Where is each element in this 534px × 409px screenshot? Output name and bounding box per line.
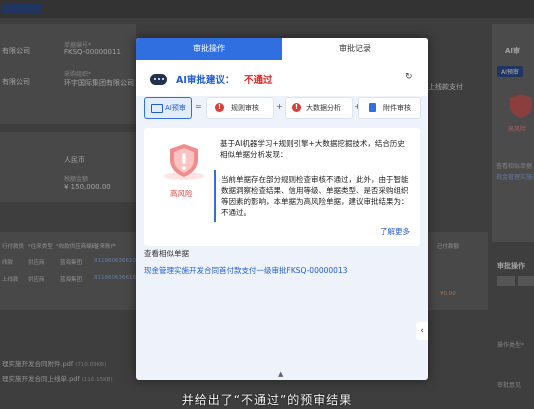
tab-approval-records[interactable]: 审批记录	[282, 38, 428, 60]
step-attachment-audit[interactable]: 附件审核	[358, 97, 421, 119]
ai-suggestion-title: AI审批建议：	[176, 75, 235, 86]
ai-approval-modal: 审批操作 审批记录 AI审批建议： 不通过 ↻ AI预审 = ! 规则审核 + …	[136, 38, 428, 380]
equals-sign: =	[195, 102, 202, 111]
doc-icon	[369, 103, 376, 112]
collapse-chevron-icon[interactable]: ‹	[416, 322, 428, 340]
analysis-detail: 当前单据存在部分规则检查审核不通过，此外，由于智能数据洞察检查结果、信用等级、单…	[214, 170, 416, 222]
step-label: 附件审核	[383, 104, 411, 112]
step-bigdata-analysis[interactable]: ! 大数据分析	[285, 97, 353, 119]
similar-docs-title: 查看相似单据	[144, 249, 189, 258]
review-steps: AI预审 = ! 规则审核 + ! 大数据分析 + 附件审核	[144, 97, 421, 119]
learn-more-link[interactable]: 了解更多	[380, 226, 410, 237]
plus-sign: +	[276, 102, 283, 111]
analysis-card: 高风险 基于AI机器学习+规则引擎+大数据挖掘技术，结合历史相似单据分析发现： …	[144, 128, 420, 246]
analysis-summary: 基于AI机器学习+规则引擎+大数据挖掘技术，结合历史相似单据分析发现：	[220, 139, 405, 159]
risk-level-label: 高风险	[170, 189, 193, 198]
step-rule-audit[interactable]: ! 规则审核	[206, 97, 274, 119]
step-label: 大数据分析	[306, 104, 341, 112]
step-label: 规则审核	[231, 104, 259, 112]
ai-precheck-icon	[151, 104, 163, 113]
refresh-icon[interactable]: ↻	[405, 73, 414, 82]
step-ai-precheck[interactable]: AI预审	[144, 97, 192, 119]
tab-approval-operation[interactable]: 审批操作	[136, 38, 282, 60]
ai-result: 不通过	[244, 75, 273, 86]
chevron-up-icon[interactable]: ▲	[278, 370, 283, 378]
ai-suggestion-header: AI审批建议： 不通过 ↻	[136, 60, 428, 96]
alert-icon: !	[215, 103, 224, 112]
video-caption: 并给出了“不通过”的预审结果	[181, 393, 353, 407]
step-label: AI预审	[165, 104, 186, 112]
modal-tabs: 审批操作 审批记录	[136, 38, 428, 60]
alert-icon: !	[292, 103, 301, 112]
high-risk-shield-icon	[164, 144, 204, 180]
robot-icon	[150, 74, 167, 85]
similar-doc-link[interactable]: 现金管理实施开发合同首付款支付一级审批FKSQ-00000013	[144, 265, 347, 276]
